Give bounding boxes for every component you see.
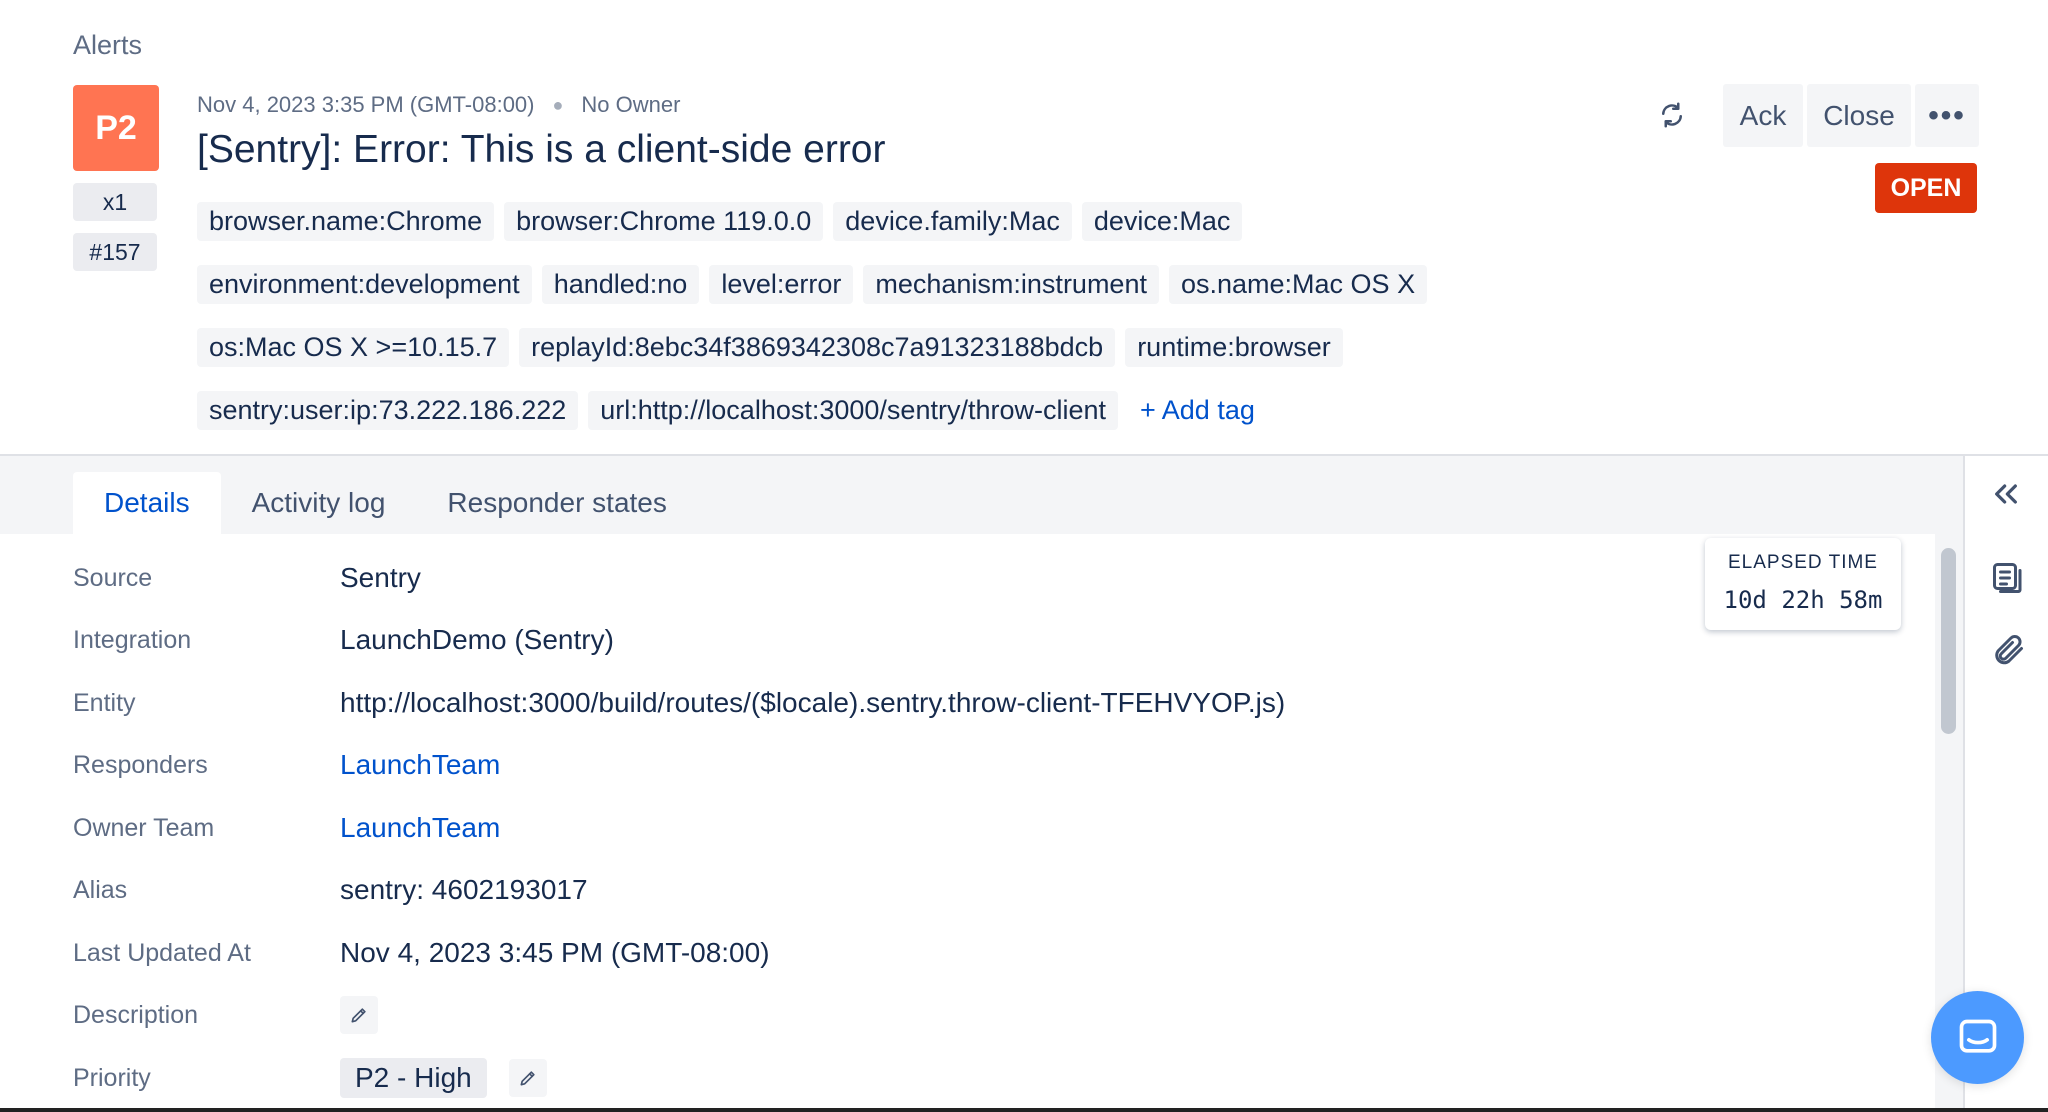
chevrons-left-icon[interactable] <box>1990 478 2022 515</box>
detail-label: Owner Team <box>73 813 215 842</box>
tag[interactable]: sentry:user:ip:73.222.186.222 <box>197 391 579 430</box>
pencil-icon <box>520 1071 535 1086</box>
elapsed-time-card: ELAPSED TIME 10d 22h 58m <box>1705 538 1901 630</box>
detail-label: Description <box>73 1000 199 1029</box>
breadcrumb[interactable]: Alerts <box>73 30 142 61</box>
separator-dot: ● <box>552 94 564 115</box>
elapsed-time-label: ELAPSED TIME <box>1728 552 1878 573</box>
detail-value: Nov 4, 2023 3:45 PM (GMT-08:00) <box>340 937 770 968</box>
detail-value: Sentry <box>340 562 421 593</box>
tag[interactable]: level:error <box>709 265 854 304</box>
tag[interactable]: mechanism:instrument <box>863 265 1159 304</box>
add-tag-button[interactable]: + Add tag <box>1128 391 1255 430</box>
detail-value: sentry: 4602193017 <box>340 874 588 905</box>
detail-value: http://localhost:3000/build/routes/($loc… <box>340 687 1286 718</box>
detail-row-last-updated: Last Updated At Nov 4, 2023 3:45 PM (GMT… <box>73 933 770 973</box>
edit-priority-button[interactable] <box>508 1059 547 1097</box>
tag[interactable]: os:Mac OS X >=10.15.7 <box>197 328 510 367</box>
tag[interactable]: browser:Chrome 119.0.0 <box>504 202 824 241</box>
details-scrollbar[interactable] <box>1941 548 1956 734</box>
detail-label: Responders <box>73 750 208 779</box>
responders-link[interactable]: LaunchTeam <box>340 749 500 781</box>
details-content: Source Sentry Integration LaunchDemo (Se… <box>0 534 1935 1112</box>
owner-label[interactable]: No Owner <box>581 92 680 118</box>
tag[interactable]: browser.name:Chrome <box>197 202 495 241</box>
tag[interactable]: device.family:Mac <box>833 202 1072 241</box>
detail-row-alias: Alias sentry: 4602193017 <box>73 870 588 910</box>
tag[interactable]: replayId:8ebc34f3869342308c7a91323188bdc… <box>519 328 1116 367</box>
tab-activity-log[interactable]: Activity log <box>221 472 417 534</box>
detail-row-responders: Responders LaunchTeam <box>73 745 500 785</box>
tag[interactable]: handled:no <box>541 265 700 304</box>
detail-row-source: Source Sentry <box>73 558 421 598</box>
ack-button[interactable]: Ack <box>1723 84 1803 147</box>
detail-label: Integration <box>73 625 192 654</box>
elapsed-time-value: 10d 22h 58m <box>1723 586 1883 614</box>
priority-pill: P2 - High <box>340 1058 487 1098</box>
detail-label: Last Updated At <box>73 938 251 967</box>
alert-number-badge: #157 <box>73 233 157 271</box>
alert-meta: Nov 4, 2023 3:35 PM (GMT-08:00) ● No Own… <box>197 92 680 118</box>
sync-icon[interactable] <box>1657 100 1687 130</box>
detail-label: Source <box>73 563 153 592</box>
tag[interactable]: runtime:browser <box>1125 328 1343 367</box>
edit-description-button[interactable] <box>340 996 378 1034</box>
tab-responder-states[interactable]: Responder states <box>416 472 697 534</box>
detail-row-priority: Priority P2 - High <box>73 1058 547 1098</box>
created-at: Nov 4, 2023 3:35 PM (GMT-08:00) <box>197 92 535 117</box>
tag[interactable]: environment:development <box>197 265 532 304</box>
alert-title: [Sentry]: Error: This is a client-side e… <box>197 128 886 171</box>
priority-badge: P2 <box>73 85 159 171</box>
close-button[interactable]: Close <box>1807 84 1911 147</box>
chat-bubble-icon[interactable] <box>1931 991 2024 1084</box>
paperclip-icon[interactable] <box>1990 632 2026 673</box>
notes-icon[interactable] <box>1990 560 2026 601</box>
detail-row-integration: Integration LaunchDemo (Sentry) <box>73 620 614 660</box>
tag[interactable]: url:http://localhost:3000/sentry/throw-c… <box>588 391 1118 430</box>
detail-row-owner-team: Owner Team LaunchTeam <box>73 808 500 848</box>
count-badge: x1 <box>73 183 157 221</box>
tag-list: browser.name:Chrome browser:Chrome 119.0… <box>197 202 1497 430</box>
detail-label: Priority <box>73 1063 151 1092</box>
detail-value: LaunchDemo (Sentry) <box>340 624 614 655</box>
detail-row-entity: Entity http://localhost:3000/build/route… <box>73 683 1285 723</box>
tag[interactable]: os.name:Mac OS X <box>1168 265 1428 304</box>
window-bottom-edge <box>0 1108 2048 1112</box>
detail-label: Entity <box>73 688 136 717</box>
tag[interactable]: device:Mac <box>1081 202 1243 241</box>
detail-label: Alias <box>73 875 128 904</box>
alert-badges: P2 x1 #157 <box>73 85 159 271</box>
status-badge: OPEN <box>1875 163 1977 213</box>
detail-row-description: Description <box>73 995 378 1035</box>
pencil-icon <box>351 1008 366 1023</box>
owner-team-link[interactable]: LaunchTeam <box>340 812 500 844</box>
more-icon: ••• <box>1928 98 1966 132</box>
tab-bar: Details Activity log Responder states <box>73 472 698 534</box>
more-actions-button[interactable]: ••• <box>1915 84 1979 147</box>
tab-details[interactable]: Details <box>73 472 221 534</box>
